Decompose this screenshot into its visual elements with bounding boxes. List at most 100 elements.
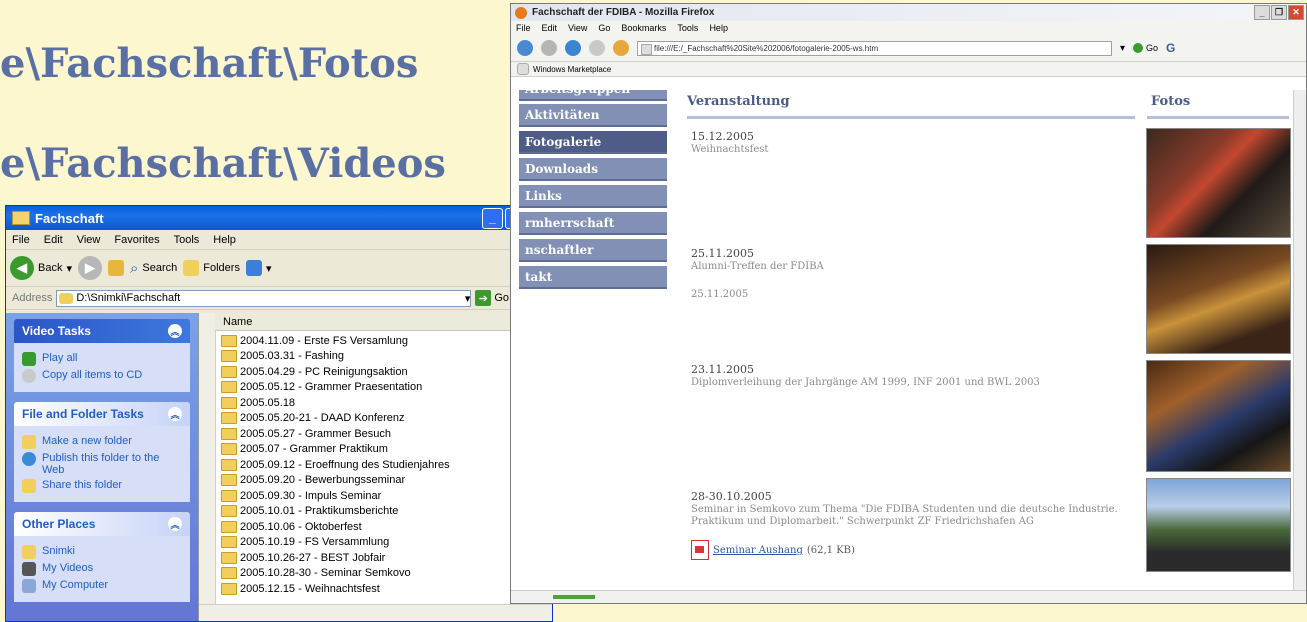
left-scrollbar[interactable] [199,313,216,605]
file-item[interactable]: 2005.09.30 - Impuls Seminar [221,488,450,504]
nav-downloads[interactable]: Downloads [519,158,667,181]
seminar-aushang-link[interactable]: Seminar Aushang [713,545,803,556]
menu-favorites[interactable]: Favorites [114,234,159,246]
file-item[interactable]: 2005.05.12 - Grammer Praesentation [221,380,450,396]
url-dropdown-icon[interactable]: ▾ [1120,43,1125,54]
forward-icon[interactable] [541,40,557,56]
event-date: 23.11.2005 [691,363,754,376]
file-item[interactable]: 2005.10.06 - Oktoberfest [221,519,450,535]
nav-schirmherrschaft[interactable]: rmherrschaft [519,212,667,235]
folders-button[interactable]: Folders [183,260,240,276]
event-description: Weihnachtsfest [691,144,769,155]
task-publish-web[interactable]: Publish this folder to the Web [22,452,182,476]
up-folder-icon[interactable] [108,260,124,276]
url-input[interactable]: file:///E:/_Fachschaft%20Site%202006/fot… [637,40,1112,56]
photo-weihnachtsfest[interactable] [1146,128,1291,238]
column-header-name[interactable]: Name [215,313,536,331]
close-button[interactable]: ✕ [1288,5,1304,20]
forward-button[interactable]: ▶ [78,256,102,280]
menu-edit[interactable]: Edit [542,23,558,33]
menu-tools[interactable]: Tools [174,234,200,246]
file-item[interactable]: 2005.10.19 - FS Versammlung [221,535,450,551]
nav-aktivitaeten[interactable]: Aktivitäten [519,104,667,127]
file-folder-tasks-header[interactable]: File and Folder Tasks ︽ [14,402,190,426]
video-tasks-panel: Video Tasks ︽ Play all Copy all items to… [14,319,190,392]
minimize-button[interactable]: _ [1254,5,1270,20]
place-my-computer[interactable]: My Computer [22,579,182,593]
task-pane: Video Tasks ︽ Play all Copy all items to… [6,313,198,621]
search-button[interactable]: ⌕ Search [130,260,177,277]
firefox-titlebar[interactable]: Fachschaft der FDIBA - Mozilla Firefox _… [511,4,1306,21]
nav-fotogalerie[interactable]: Fotogalerie [519,131,667,154]
collapse-icon[interactable]: ︽ [168,517,182,531]
file-item[interactable]: 2005.10.26-27 - BEST Jobfair [221,550,450,566]
collapse-icon[interactable]: ︽ [168,324,182,338]
file-item[interactable]: 2005.05.20-21 - DAAD Konferenz [221,411,450,427]
back-icon[interactable] [517,40,533,56]
horizontal-scrollbar[interactable] [199,604,552,621]
home-icon[interactable] [613,40,629,56]
menu-file[interactable]: File [12,234,30,246]
dropdown-icon[interactable]: ▾ [465,292,471,305]
back-button[interactable]: ◀ Back ▾ [10,256,72,280]
other-places-header[interactable]: Other Places ︽ [14,512,190,536]
address-bar: Address D:\Snimki\Fachschaft ▾ ➔ Go [6,287,552,310]
go-button[interactable]: ➔ Go [475,290,509,306]
photo-diplomverleihung[interactable] [1146,360,1291,472]
menu-help[interactable]: Help [709,23,728,33]
go-button[interactable]: Go [1133,43,1158,53]
menu-edit[interactable]: Edit [44,234,63,246]
file-item[interactable]: 2005.05.27 - Grammer Besuch [221,426,450,442]
bookmark-windows-marketplace[interactable]: Windows Marketplace [533,65,611,74]
firefox-menubar: File Edit View Go Bookmarks Tools Help [511,21,1306,35]
menu-tools[interactable]: Tools [677,23,698,33]
explorer-title: Fachschaft [35,210,104,226]
task-play-all[interactable]: Play all [22,352,182,366]
pdf-download: Seminar Aushang (62,1 KB) [691,540,855,560]
file-item[interactable]: 2005.05.18 [221,395,450,411]
folder-icon [221,567,237,580]
collapse-icon[interactable]: ︽ [168,407,182,421]
file-item[interactable]: 2005.12.15 - Weihnachtsfest [221,581,450,597]
photo-alumni-treffen[interactable] [1146,244,1291,354]
other-places-title: Other Places [22,517,96,531]
folder-icon [221,365,237,378]
task-share-folder[interactable]: Share this folder [22,479,182,493]
progress-indicator [553,595,595,599]
stop-icon[interactable] [589,40,605,56]
file-item[interactable]: 2005.09.12 - Eroeffnung des Studienjahre… [221,457,450,473]
explorer-titlebar[interactable]: Fachschaft _ □ ✕ [6,206,552,230]
video-tasks-header[interactable]: Video Tasks ︽ [14,319,190,343]
task-new-folder[interactable]: Make a new folder [22,435,182,449]
address-input[interactable]: D:\Snimki\Fachschaft ▾ [56,289,472,307]
file-item[interactable]: 2004.11.09 - Erste FS Versamlung [221,333,450,349]
file-name: 2005.10.01 - Praktikumsberichte [240,505,399,518]
nav-wissenschaftler[interactable]: nschaftler [519,239,667,262]
nav-links[interactable]: Links [519,185,667,208]
file-item[interactable]: 2005.03.31 - Fashing [221,349,450,365]
nav-kontakt[interactable]: takt [519,266,667,289]
reload-icon[interactable] [565,40,581,56]
file-item[interactable]: 2005.04.29 - PC Reinigungsaktion [221,364,450,380]
file-item[interactable]: 2005.10.01 - Praktikumsberichte [221,504,450,520]
place-my-videos[interactable]: My Videos [22,562,182,576]
views-button[interactable]: ▾ [245,260,271,276]
menu-go[interactable]: Go [598,23,610,33]
vertical-scrollbar[interactable] [1293,90,1306,591]
file-item[interactable]: 2005.10.28-30 - Seminar Semkovo [221,566,450,582]
file-item[interactable]: 2005.09.20 - Bewerbungsseminar [221,473,450,489]
menu-file[interactable]: File [516,23,531,33]
photo-seminar-semkovo[interactable] [1146,478,1291,572]
slide-path-videos: e\Fachschaft\Videos [0,140,446,187]
menu-help[interactable]: Help [213,234,236,246]
nav-arbeitsgruppen[interactable]: Arbeitsgruppen [519,90,667,101]
search-engine-icon[interactable]: G [1166,41,1175,55]
menu-bookmarks[interactable]: Bookmarks [621,23,666,33]
minimize-button[interactable]: _ [482,207,503,229]
restore-button[interactable]: ❐ [1271,5,1287,20]
place-snimki[interactable]: Snimki [22,545,182,559]
task-copy-to-cd[interactable]: Copy all items to CD [22,369,182,383]
menu-view[interactable]: View [568,23,587,33]
file-item[interactable]: 2005.07 - Grammer Praktikum [221,442,450,458]
menu-view[interactable]: View [77,234,101,246]
